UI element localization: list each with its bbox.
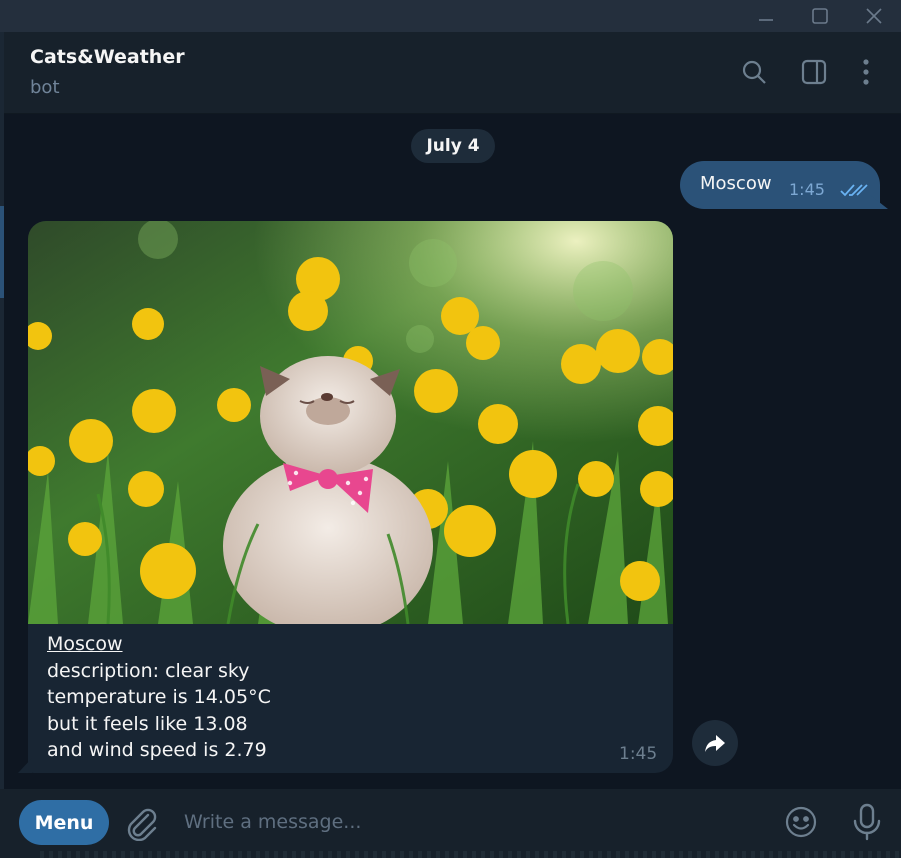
- forward-arrow-icon: [705, 735, 725, 752]
- maximize-icon[interactable]: [797, 0, 843, 32]
- outgoing-message-text: Moscow: [700, 173, 772, 194]
- active-chat-indicator: [0, 206, 4, 298]
- more-vertical-icon[interactable]: [848, 54, 884, 90]
- caption-line-feels-like: but it feels like 13.08: [47, 712, 248, 735]
- paperclip-icon[interactable]: [124, 805, 158, 845]
- weather-caption: Moscow description: clear sky temperatur…: [47, 631, 271, 764]
- incoming-message[interactable]: Moscow description: clear sky temperatur…: [28, 221, 673, 773]
- message-composer: Menu: [0, 789, 901, 858]
- caption-line-wind: and wind speed is 2.79: [47, 739, 267, 761]
- caption-line-description: description: clear sky: [47, 659, 250, 682]
- bottom-edge-artifact: [40, 851, 901, 858]
- city-link[interactable]: Moscow: [47, 631, 271, 658]
- chat-title[interactable]: Cats&Weather: [30, 46, 185, 68]
- date-separator: July 4: [411, 129, 495, 163]
- incoming-message-time: 1:45: [619, 744, 658, 764]
- emoji-icon[interactable]: [784, 805, 818, 843]
- forward-button[interactable]: [692, 720, 738, 766]
- minimize-icon[interactable]: [743, 0, 789, 32]
- search-icon[interactable]: [736, 54, 772, 90]
- double-check-icon: [840, 182, 868, 201]
- chat-header: Cats&Weather bot: [4, 32, 901, 114]
- sidebar-toggle-icon[interactable]: [796, 54, 832, 90]
- outgoing-message[interactable]: Moscow 1:45: [680, 161, 880, 209]
- chat-subtitle: bot: [30, 77, 60, 98]
- caption-line-temperature: temperature is 14.05°C: [47, 686, 271, 708]
- kitten-photo[interactable]: [28, 221, 673, 624]
- bot-menu-button[interactable]: Menu: [19, 800, 109, 845]
- message-input[interactable]: [184, 806, 744, 838]
- microphone-icon[interactable]: [851, 803, 883, 845]
- chat-list-edge: [0, 32, 4, 858]
- window-titlebar: [0, 0, 901, 32]
- close-icon[interactable]: [851, 0, 897, 32]
- outgoing-message-time: 1:45: [789, 180, 825, 199]
